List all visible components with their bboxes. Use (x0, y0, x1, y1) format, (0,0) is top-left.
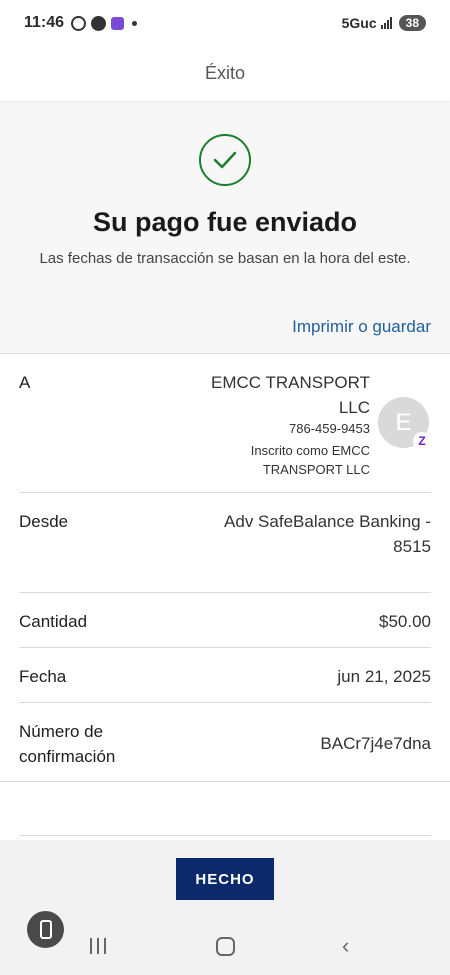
home-icon[interactable] (216, 937, 235, 956)
success-check-icon (199, 134, 251, 186)
date-value: jun 21, 2025 (337, 667, 431, 686)
status-right: 5Guc 38 (342, 15, 426, 31)
app-notification-icon (111, 16, 125, 30)
system-nav-bar: ‹ (0, 918, 450, 975)
bottom-action-bar: HECHO (0, 840, 450, 918)
date-label: Fecha (19, 667, 67, 686)
divider (0, 781, 450, 782)
checkmark-icon (213, 151, 237, 169)
amount-value: $50.00 (379, 612, 431, 631)
timezone-note: Las fechas de transacción se basan en la… (39, 250, 411, 267)
back-icon[interactable]: ‹ (342, 935, 349, 957)
to-label: A (19, 373, 31, 392)
signal-icon (380, 17, 392, 29)
page-title: Éxito (204, 63, 246, 83)
done-button[interactable]: HECHO (176, 858, 274, 900)
battery-indicator: 38 (398, 15, 426, 31)
recents-icon[interactable] (90, 938, 106, 954)
divider (19, 702, 431, 703)
recipient-phone: 786-459-9453 (289, 421, 370, 436)
more-notifications-dot (132, 20, 138, 26)
recipient-name: EMCC TRANSPORT LLC (210, 373, 370, 417)
whatsapp-icon (71, 15, 87, 31)
print-or-save-link[interactable]: Imprimir o guardar (292, 317, 431, 337)
confirmation-number: BACr7j4e7dna (320, 734, 431, 753)
recipient-enrolled-as: Inscrito como EMCC TRANSPORT LLC (250, 443, 370, 477)
divider (19, 492, 431, 493)
network-label: 5Guc (341, 15, 377, 31)
messenger-icon (91, 15, 107, 31)
status-bar: 11:46 5Guc 38 (0, 0, 450, 46)
amount-label: Cantidad (19, 612, 88, 631)
from-account: Adv SafeBalance Banking - 8515 (224, 512, 431, 556)
floating-device-button[interactable] (27, 911, 64, 948)
from-label: Desde (19, 512, 69, 531)
notification-icons (71, 15, 138, 31)
status-time: 11:46 (24, 14, 65, 31)
success-title: Su pago fue enviado (92, 207, 358, 237)
divider (0, 353, 450, 354)
phone-icon (39, 920, 52, 939)
zelle-badge-icon: Z (413, 432, 431, 450)
app-header: Éxito (0, 46, 450, 102)
divider (19, 835, 431, 836)
success-block: Su pago fue enviado Las fechas de transa… (0, 103, 450, 353)
confirmation-label: Número de confirmación (19, 722, 116, 766)
avatar-letter: E (395, 408, 412, 436)
divider (19, 592, 431, 593)
divider (19, 647, 431, 648)
